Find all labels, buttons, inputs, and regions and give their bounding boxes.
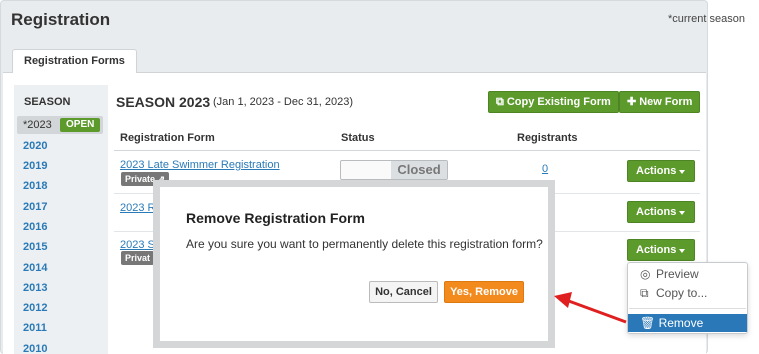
open-badge: OPEN bbox=[60, 118, 101, 132]
private-badge: Privat bbox=[121, 251, 155, 265]
dialog-title: Remove Registration Form bbox=[186, 210, 365, 226]
season-link-2020[interactable]: 2020 bbox=[23, 140, 47, 152]
confirm-remove-button[interactable]: Yes, Remove bbox=[444, 281, 524, 303]
eye-icon: ◎ bbox=[640, 267, 651, 281]
actions-label: Actions bbox=[636, 244, 677, 256]
table-header-divider bbox=[114, 150, 700, 151]
season-date-range: (Jan 1, 2023 - Dec 31, 2023) bbox=[213, 96, 354, 108]
season-link-2013[interactable]: 2013 bbox=[23, 282, 47, 294]
actions-button-row-1[interactable]: Actions bbox=[627, 160, 695, 182]
actions-dropdown-menu: ◎ Preview ⧉ Copy to... 🗑 Remove bbox=[627, 262, 748, 334]
registrant-count-link[interactable]: 0 bbox=[542, 163, 548, 175]
tab-registration-forms[interactable]: Registration Forms bbox=[12, 49, 137, 73]
current-season-note: *current season bbox=[667, 13, 745, 25]
menu-item-remove[interactable]: 🗑 Remove bbox=[628, 314, 747, 332]
column-header-registrants: Registrants bbox=[517, 132, 578, 144]
season-title: SEASON 2023 bbox=[116, 94, 211, 110]
plus-icon: ✚ bbox=[627, 96, 637, 108]
new-form-button[interactable]: ✚ New Form bbox=[619, 91, 701, 113]
actions-label: Actions bbox=[636, 165, 677, 177]
cancel-button[interactable]: No, Cancel bbox=[369, 281, 438, 303]
copy-icon: ⧉ bbox=[640, 286, 649, 300]
season-item-current[interactable]: *2023 OPEN bbox=[17, 116, 103, 134]
private-badge-label: Private bbox=[125, 174, 156, 184]
form-link-row-2[interactable]: 2023 R bbox=[120, 202, 155, 214]
season-link-2014[interactable]: 2014 bbox=[23, 262, 47, 274]
season-link-2017[interactable]: 2017 bbox=[23, 201, 47, 213]
season-link-2019[interactable]: 2019 bbox=[23, 160, 47, 172]
new-form-label: New Form bbox=[639, 96, 693, 108]
season-link-2015[interactable]: 2015 bbox=[23, 241, 47, 253]
actions-label: Actions bbox=[636, 206, 677, 218]
dialog-message: Are you sure you want to permanently del… bbox=[186, 237, 543, 251]
actions-button-row-3[interactable]: Actions bbox=[627, 239, 695, 261]
column-header-form: Registration Form bbox=[120, 132, 215, 144]
copy-existing-form-button[interactable]: ⧉ Copy Existing Form bbox=[488, 91, 619, 113]
form-link-row-1[interactable]: 2023 Late Swimmer Registration bbox=[120, 159, 280, 171]
trash-icon: 🗑 bbox=[640, 316, 656, 330]
menu-divider bbox=[629, 308, 746, 309]
season-link-2018[interactable]: 2018 bbox=[23, 180, 47, 192]
copy-to-label: Copy to... bbox=[656, 286, 708, 300]
copy-icon: ⧉ bbox=[496, 96, 504, 108]
season-link-2016[interactable]: 2016 bbox=[23, 221, 47, 233]
caret-down-icon bbox=[679, 249, 685, 253]
season-current-label: *2023 bbox=[23, 119, 52, 131]
season-link-2012[interactable]: 2012 bbox=[23, 302, 47, 314]
preview-label: Preview bbox=[656, 267, 699, 281]
season-heading: SEASON bbox=[24, 96, 71, 108]
status-toggle[interactable]: Closed bbox=[340, 160, 448, 180]
season-link-2011[interactable]: 2011 bbox=[23, 322, 47, 334]
column-header-status: Status bbox=[341, 132, 375, 144]
remove-label: Remove bbox=[658, 316, 704, 330]
page-title: Registration bbox=[11, 10, 111, 29]
status-closed-label: Closed bbox=[391, 161, 447, 179]
actions-button-row-2[interactable]: Actions bbox=[627, 201, 695, 223]
menu-item-copy-to[interactable]: ⧉ Copy to... bbox=[640, 286, 707, 301]
caret-down-icon bbox=[679, 170, 685, 174]
annotation-arrow-icon bbox=[554, 292, 627, 324]
form-link-row-3[interactable]: 2023 S bbox=[120, 239, 155, 251]
copy-existing-form-label: Copy Existing Form bbox=[506, 96, 611, 108]
season-link-2010[interactable]: 2010 bbox=[23, 343, 47, 354]
menu-item-preview[interactable]: ◎ Preview bbox=[640, 267, 699, 281]
caret-down-icon bbox=[679, 211, 685, 215]
